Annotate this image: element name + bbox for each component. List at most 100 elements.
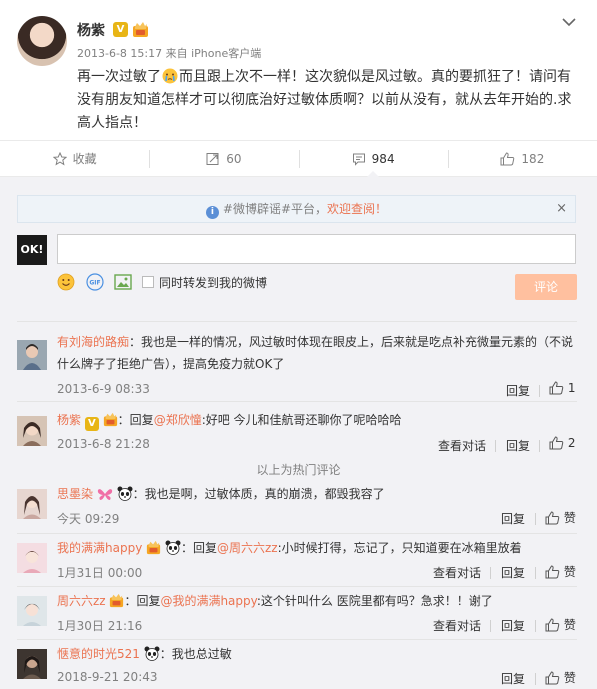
repost-icon bbox=[206, 152, 219, 165]
comment-divider bbox=[17, 321, 577, 322]
post-author-name[interactable]: 杨紫 bbox=[77, 20, 105, 40]
close-icon[interactable]: × bbox=[556, 196, 567, 222]
reply-link[interactable]: 回复 bbox=[501, 564, 525, 581]
mention-link[interactable]: @我的满满happy bbox=[160, 594, 256, 608]
reply-link[interactable]: 回复 bbox=[501, 510, 525, 527]
favorite-button[interactable]: 收藏 bbox=[0, 141, 149, 176]
reply-prefix: ：回复 bbox=[180, 541, 217, 555]
comment-divider bbox=[17, 401, 577, 402]
reply-link[interactable]: 回复 bbox=[501, 670, 525, 687]
comment-icon bbox=[352, 153, 365, 166]
commenter-avatar[interactable] bbox=[17, 596, 47, 626]
view-thread-link[interactable]: 查看对话 bbox=[433, 564, 481, 581]
emoji-picker-icon[interactable] bbox=[57, 273, 75, 291]
thumbs-up-icon bbox=[500, 151, 515, 165]
chevron-down-icon[interactable] bbox=[561, 14, 577, 30]
post-author-avatar[interactable] bbox=[17, 16, 67, 66]
comment-text: :好吧 今儿和佳航哥还聊你了呢哈哈哈 bbox=[201, 413, 402, 427]
praise-label: 赞 bbox=[563, 511, 576, 525]
commenter-avatar[interactable] bbox=[17, 543, 47, 573]
comment-like-count: 2 bbox=[567, 436, 576, 450]
mention-link[interactable]: @郑欣憧 bbox=[154, 413, 202, 427]
commenter-name[interactable]: 我的满满happy bbox=[57, 541, 142, 555]
verified-badge-icon[interactable]: V bbox=[84, 417, 99, 431]
mention-link[interactable]: @周六六zz bbox=[217, 541, 278, 555]
svg-text:GIF: GIF bbox=[89, 280, 100, 287]
comment-text: :小时候打得，忘记了，只知道要在冰箱里放着 bbox=[277, 541, 522, 555]
comment-text: ：我也是啊，过敏体质，真的崩溃，都毁我容了 bbox=[132, 487, 385, 501]
thumbs-up-icon bbox=[545, 511, 560, 525]
commenter-name[interactable]: 惬意的时光521 bbox=[57, 647, 140, 661]
comment-time: 1月31日 00:00 bbox=[57, 566, 143, 580]
commenter-avatar[interactable] bbox=[17, 489, 47, 519]
member-crown-icon[interactable] bbox=[103, 412, 118, 427]
comment-time: 今天 09:29 bbox=[57, 512, 120, 526]
butterfly-icon bbox=[97, 489, 112, 500]
member-crown-icon[interactable] bbox=[132, 21, 149, 38]
comment-area: i #微博辟谣#平台，欢迎查阅！ × OK! GIF 同时转发到我的微博 评论 有… bbox=[0, 177, 597, 689]
reply-link[interactable]: 回复 bbox=[501, 617, 525, 634]
star-icon bbox=[52, 151, 67, 165]
action-separator bbox=[535, 620, 536, 632]
comment-divider bbox=[17, 533, 577, 534]
comment-input[interactable] bbox=[57, 234, 576, 264]
praise-label: 赞 bbox=[563, 671, 576, 685]
view-thread-link[interactable]: 查看对话 bbox=[438, 437, 486, 454]
info-icon: i bbox=[205, 206, 219, 219]
like-button[interactable]: 182 bbox=[447, 141, 597, 176]
comment-like-button[interactable]: 赞 bbox=[545, 669, 576, 686]
action-separator bbox=[490, 567, 491, 579]
member-crown-icon[interactable] bbox=[146, 540, 161, 555]
comment-text: ：我也是一样的情况，风过敏时体现在眼皮上，后来就是吃点补充微量元素的（不说 bbox=[129, 335, 574, 349]
commenter-avatar[interactable] bbox=[17, 416, 47, 446]
rumor-notice: i #微博辟谣#平台，欢迎查阅！ × bbox=[17, 195, 576, 223]
commenter-name[interactable]: 有刘海的路痴 bbox=[57, 335, 129, 349]
notice-link[interactable]: 欢迎查阅！ bbox=[327, 202, 387, 216]
comment-time: 2018-9-21 20:43 bbox=[57, 670, 158, 684]
commenter-avatar[interactable] bbox=[17, 649, 47, 679]
commenter-name[interactable]: 周六六zz bbox=[57, 594, 106, 608]
comment-button[interactable]: 984 bbox=[298, 141, 448, 177]
praise-label: 赞 bbox=[563, 565, 576, 579]
crying-emoji-icon bbox=[162, 68, 178, 84]
thumbs-up-icon bbox=[545, 618, 560, 632]
verified-badge-icon[interactable]: V bbox=[113, 22, 128, 37]
comment-divider bbox=[17, 586, 577, 587]
like-count: 182 bbox=[521, 151, 545, 166]
post-text: 再一次过敏了 而且跟上次不一样！这次貌似是风过敏。真的要抓狂了！请问有没有朋友知道… bbox=[77, 66, 582, 135]
panda-icon bbox=[117, 486, 133, 501]
comment-like-button[interactable]: 2 bbox=[549, 436, 575, 450]
repost-checkbox[interactable] bbox=[142, 276, 154, 288]
comment-divider bbox=[17, 639, 577, 640]
gif-icon[interactable]: GIF bbox=[86, 273, 104, 291]
reply-link[interactable]: 回复 bbox=[506, 437, 530, 454]
member-crown-icon[interactable] bbox=[109, 593, 124, 608]
action-separator bbox=[535, 673, 536, 685]
comment-time: 1月30日 21:16 bbox=[57, 619, 143, 633]
current-user-avatar[interactable]: OK! bbox=[17, 235, 47, 265]
action-separator bbox=[535, 567, 536, 579]
comment-text: ：我也总过敏 bbox=[159, 647, 232, 661]
praise-label: 赞 bbox=[563, 618, 576, 632]
action-separator bbox=[495, 440, 496, 452]
view-thread-link[interactable]: 查看对话 bbox=[433, 617, 481, 634]
image-upload-icon[interactable] bbox=[114, 273, 132, 291]
comment-text-continued: 什么牌子了拒绝广告），提高免疫力就OK了 bbox=[57, 357, 285, 371]
comment-like-button[interactable]: 赞 bbox=[545, 616, 576, 633]
panda-icon bbox=[144, 646, 160, 661]
favorite-label: 收藏 bbox=[72, 152, 97, 166]
thumbs-up-icon bbox=[549, 436, 564, 450]
comment-like-button[interactable]: 1 bbox=[549, 381, 575, 395]
action-separator bbox=[490, 620, 491, 632]
repost-button[interactable]: 60 bbox=[149, 141, 298, 176]
thumbs-up-icon bbox=[545, 565, 560, 579]
commenter-name[interactable]: 杨紫 bbox=[57, 413, 81, 427]
commenter-name[interactable]: 思墨染 bbox=[57, 487, 93, 501]
submit-comment-button[interactable]: 评论 bbox=[515, 274, 577, 300]
comment-like-button[interactable]: 赞 bbox=[545, 509, 576, 526]
reply-link[interactable]: 回复 bbox=[506, 382, 530, 399]
comment-like-button[interactable]: 赞 bbox=[545, 563, 576, 580]
panda-icon bbox=[165, 540, 181, 555]
commenter-avatar[interactable] bbox=[17, 340, 47, 370]
repost-checkbox-label: 同时转发到我的微博 bbox=[159, 276, 268, 290]
